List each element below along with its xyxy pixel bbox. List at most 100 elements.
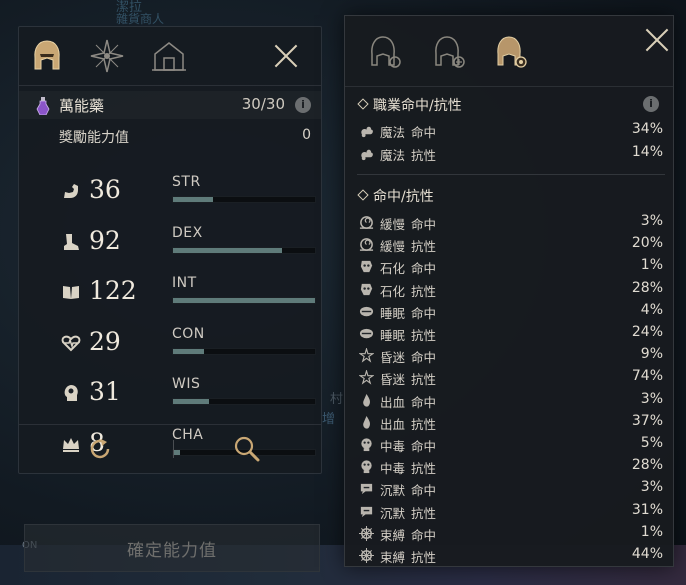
footer-divider [173, 440, 174, 458]
resistance-row: 魔法 命中 34% [345, 120, 673, 142]
resistance-row: 睡眠 抗性 24% [345, 323, 673, 345]
stone-icon [360, 261, 373, 273]
stat-value: 36 [89, 175, 121, 204]
stat-name: INT [172, 275, 197, 291]
resistance-row: 緩慢 抗性 20% [345, 234, 673, 256]
stats-tab-bar [19, 27, 321, 86]
resistance-tab-bar [345, 16, 673, 87]
resistance-value: 24% [631, 324, 663, 340]
resistance-value: 28% [631, 279, 663, 296]
stat-value: 29 [89, 326, 121, 356]
stat-bar [172, 297, 316, 304]
resistance-name: 睡眠 抗性 [380, 328, 437, 343]
resistance-value: 14% [631, 143, 663, 160]
helmet-gear-icon[interactable] [365, 32, 405, 72]
potion-name: 萬能藥 [59, 97, 105, 115]
stat-row-str[interactable]: 36 STR [19, 169, 321, 213]
resistance-name: 魔法 抗性 [380, 147, 437, 163]
resistance-row: 束縛 命中 1% [345, 523, 673, 545]
class-section-title: 職業命中/抗性 [357, 95, 462, 115]
silence-icon [360, 506, 373, 517]
helmet-active-icon[interactable] [491, 32, 531, 72]
resistance-value: 31% [631, 501, 663, 518]
resistance-name: 出血 抗性 [380, 416, 437, 432]
stat-row-wis[interactable]: 31 WIS [19, 371, 321, 415]
resistance-row: 沉默 命中 3% [345, 478, 673, 500]
stat-bar [172, 246, 316, 254]
resistance-name: 出血 命中 [380, 394, 437, 410]
stat-bar [172, 398, 316, 405]
bonus-stat-value: 0 [302, 127, 311, 143]
snail-icon [359, 238, 374, 252]
resistance-name: 緩慢 抗性 [380, 239, 437, 255]
resistance-value: 5% [640, 435, 663, 451]
magic-icon [361, 126, 373, 138]
compass-icon[interactable] [87, 36, 127, 76]
resistance-name: 緩慢 命中 [380, 217, 437, 232]
sleep-icon [359, 306, 374, 316]
silence-icon [360, 484, 373, 495]
resistance-name: 石化 抗性 [380, 283, 437, 299]
resistance-name: 束縛 抗性 [380, 550, 437, 565]
search-icon[interactable] [233, 435, 261, 463]
resistance-row: 束縛 抗性 44% [345, 545, 673, 566]
resistance-panel: 職業命中/抗性 i 魔法 命中 34% 魔法 抗性 14% 命中/抗性 緩慢 命中 3% 緩慢抗… [344, 15, 674, 567]
section-divider [357, 174, 665, 175]
stat-name: CON [172, 325, 205, 342]
resistance-value: 1% [640, 523, 663, 540]
house-icon[interactable] [149, 36, 189, 76]
potion-info-icon[interactable]: i [295, 97, 311, 113]
helmet-plus-icon[interactable] [429, 32, 469, 72]
hit-section-title: 命中/抗性 [357, 186, 434, 206]
resistance-row: 中毒 抗性 28% [345, 456, 673, 478]
resistance-row: 沉默 抗性 31% [345, 501, 673, 523]
stat-row-con[interactable]: 29 CON [19, 321, 321, 365]
book-icon [63, 286, 79, 299]
stat-row-int[interactable]: 122 INT [19, 270, 321, 314]
confirm-stats-button[interactable]: 確定能力值 [24, 524, 320, 572]
resistance-value: 1% [640, 257, 663, 274]
stun-icon [359, 348, 374, 363]
resistance-name: 石化 命中 [380, 261, 437, 277]
stat-bar [172, 347, 316, 355]
bg-side-text-2: 增 [322, 412, 336, 427]
magic-icon [361, 149, 373, 160]
stat-name: STR [172, 174, 201, 190]
class-section-title-text: 職業命中/抗性 [373, 98, 462, 114]
helmet-icon[interactable] [27, 36, 67, 76]
resistance-name: 昏迷 命中 [380, 350, 437, 366]
arm-icon [64, 184, 78, 198]
stat-value: 122 [89, 276, 137, 305]
class-info-icon[interactable]: i [643, 96, 659, 112]
snail-icon [359, 216, 374, 229]
resistance-value: 34% [631, 121, 663, 137]
resistance-value: 3% [640, 390, 663, 407]
refresh-icon[interactable] [87, 436, 113, 462]
bg-npc-title: 雜貨商人 [116, 12, 165, 26]
resistance-value: 74% [631, 368, 663, 385]
stat-bar-fill [173, 298, 315, 303]
blood-icon [363, 415, 371, 429]
resistance-name: 沉默 抗性 [380, 505, 437, 521]
stat-row-dex[interactable]: 92 DEX [19, 220, 321, 264]
resistance-name: 束縛 命中 [380, 527, 437, 543]
close-stats-button[interactable] [271, 41, 301, 71]
potion-row: 萬能藥 30/30 i [19, 91, 321, 119]
stat-value: 92 [89, 225, 121, 255]
resistance-value: 44% [631, 546, 663, 562]
resistance-row: 石化 命中 1% [345, 256, 673, 278]
resistance-row: 魔法 抗性 14% [345, 143, 673, 165]
resistance-value: 37% [631, 412, 663, 429]
potion-icon [36, 97, 50, 115]
stat-bar-fill [173, 348, 205, 354]
stat-name: WIS [172, 376, 201, 392]
resistance-row: 出血 抗性 37% [345, 412, 673, 434]
resistance-name: 中毒 抗性 [380, 461, 437, 477]
poison-icon [361, 438, 372, 452]
close-resistance-button[interactable] [643, 26, 671, 54]
stun-icon [359, 370, 374, 385]
resistance-value: 4% [640, 301, 663, 318]
boot-icon [64, 233, 79, 250]
resistance-name: 沉默 命中 [380, 483, 437, 499]
poison-icon [361, 460, 372, 474]
